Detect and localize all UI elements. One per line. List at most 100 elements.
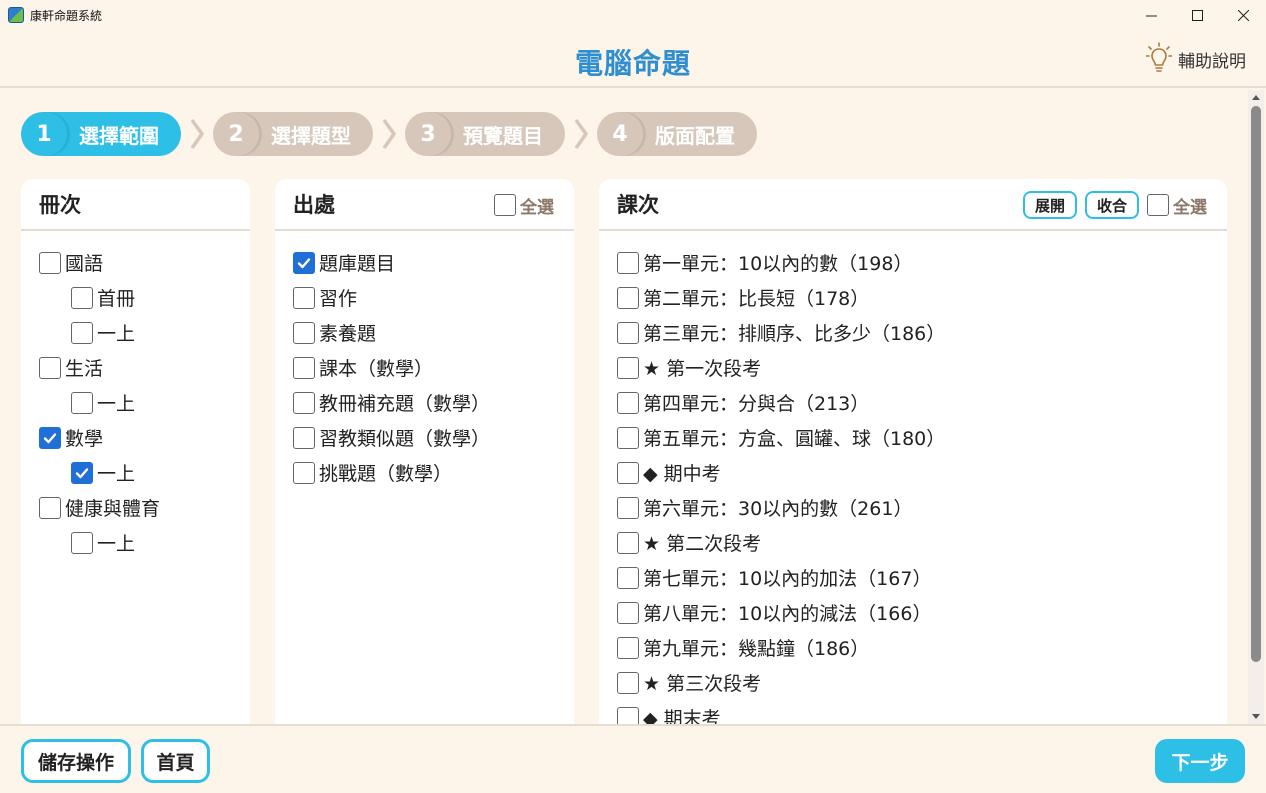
list-item[interactable]: 第一單元：10以內的數（198）	[617, 245, 1209, 280]
lessons-title: 課次	[617, 193, 659, 217]
list-item[interactable]: 習作	[293, 280, 556, 315]
list-item[interactable]: 素養題	[293, 315, 556, 350]
list-item[interactable]: 一上	[39, 525, 232, 560]
list-item-label: 題庫題目	[319, 253, 396, 275]
checkbox[interactable]	[71, 461, 93, 484]
list-item[interactable]: 第五單元：方盒、圓罐、球（180）	[617, 420, 1209, 455]
list-item[interactable]: 第三單元：排順序、比多少（186）	[617, 315, 1209, 350]
page-title: 電腦命題	[574, 47, 691, 80]
list-item[interactable]: 首冊	[39, 280, 232, 315]
minimize-icon	[1145, 15, 1157, 16]
list-item-label: 數學	[65, 428, 104, 450]
scroll-thumb[interactable]	[1251, 106, 1261, 662]
maximize-button[interactable]	[1174, 0, 1220, 30]
checkbox[interactable]	[617, 496, 639, 519]
list-item-label: 首冊	[97, 288, 136, 310]
checkbox[interactable]	[71, 286, 93, 309]
list-item[interactable]: 教冊補充題（數學）	[293, 385, 556, 420]
help-button[interactable]: 輔助說明	[1146, 42, 1246, 76]
list-item-label: 教冊補充題（數學）	[319, 393, 491, 415]
list-item[interactable]: ◆ 期中考	[617, 455, 1209, 490]
checkbox[interactable]	[71, 531, 93, 554]
list-item[interactable]: ★ 第三次段考	[617, 665, 1209, 700]
checkbox[interactable]	[617, 391, 639, 414]
save-button[interactable]: 儲存操作	[21, 739, 131, 783]
home-button[interactable]: 首頁	[141, 739, 210, 783]
checkbox[interactable]	[71, 391, 93, 414]
checkbox[interactable]	[39, 496, 61, 519]
step-layout[interactable]: 4 版面配置	[597, 112, 757, 156]
checkbox[interactable]	[1147, 194, 1169, 216]
list-item[interactable]: 第九單元：幾點鐘（186）	[617, 630, 1209, 665]
step-preview[interactable]: 3 預覽題目	[405, 112, 565, 156]
checkbox[interactable]	[617, 251, 639, 274]
list-item[interactable]: 數學	[39, 420, 232, 455]
checkbox[interactable]	[617, 461, 639, 484]
checkbox[interactable]	[617, 566, 639, 589]
list-item[interactable]: 生活	[39, 350, 232, 385]
list-item[interactable]: 第八單元：10以內的減法（166）	[617, 595, 1209, 630]
checkbox[interactable]	[617, 636, 639, 659]
checkbox[interactable]	[617, 671, 639, 694]
checkbox[interactable]	[293, 286, 315, 309]
checkbox[interactable]	[617, 601, 639, 624]
list-item[interactable]: 第七單元：10以內的加法（167）	[617, 560, 1209, 595]
checkbox[interactable]	[293, 356, 315, 379]
list-item[interactable]: 健康與體育	[39, 490, 232, 525]
help-label: 輔助說明	[1178, 51, 1246, 72]
checkbox[interactable]	[293, 321, 315, 344]
sources-select-all[interactable]: 全選	[494, 193, 554, 218]
list-item[interactable]: 一上	[39, 315, 232, 350]
list-item[interactable]: 題庫題目	[293, 245, 556, 280]
checkbox[interactable]	[617, 321, 639, 344]
step-number: 1	[21, 112, 67, 156]
checkbox[interactable]	[293, 391, 315, 414]
close-button[interactable]	[1220, 0, 1266, 30]
list-item[interactable]: 第二單元：比長短（178）	[617, 280, 1209, 315]
checkbox[interactable]	[39, 251, 61, 274]
expand-button[interactable]: 展開	[1022, 191, 1077, 219]
step-select-type[interactable]: 2 選擇題型	[213, 112, 373, 156]
checkbox[interactable]	[617, 426, 639, 449]
checkbox[interactable]	[617, 531, 639, 554]
checkbox[interactable]	[617, 286, 639, 309]
list-item-label: 一上	[97, 323, 136, 345]
list-item[interactable]: 挑戰題（數學）	[293, 455, 556, 490]
list-item[interactable]: 課本（數學）	[293, 350, 556, 385]
sources-panel: 出處 全選 題庫題目習作 素養題 課本（數學） 教冊補充題（數學） 習教類似題（數學） 挑…	[275, 179, 574, 725]
window-title: 康軒命題系統	[30, 8, 103, 23]
checkbox[interactable]	[494, 194, 516, 216]
list-item-label: 挑戰題（數學）	[319, 463, 453, 485]
list-item[interactable]: ★ 第一次段考	[617, 350, 1209, 385]
checkbox[interactable]	[617, 356, 639, 379]
step-number: 3	[405, 112, 451, 156]
list-item[interactable]: 一上	[39, 455, 232, 490]
list-item-label: 一上	[97, 463, 136, 485]
sources-title: 出處	[293, 193, 335, 217]
list-item[interactable]: 第六單元：30以內的數（261）	[617, 490, 1209, 525]
list-item[interactable]: 第四單元：分與合（213）	[617, 385, 1209, 420]
list-item[interactable]: 國語	[39, 245, 232, 280]
list-item[interactable]: 習教類似題（數學）	[293, 420, 556, 455]
select-all-label: 全選	[1173, 197, 1207, 218]
minimize-button[interactable]	[1128, 0, 1174, 30]
checkbox[interactable]	[293, 426, 315, 449]
collapse-button[interactable]: 收合	[1084, 191, 1139, 219]
list-item[interactable]: 一上	[39, 385, 232, 420]
list-item-label: 第六單元：30以內的數（261）	[643, 498, 913, 520]
vertical-scrollbar[interactable]	[1248, 90, 1264, 724]
scroll-down-icon[interactable]	[1252, 714, 1260, 719]
scroll-up-icon[interactable]	[1252, 95, 1260, 100]
lessons-select-all[interactable]: 全選	[1147, 193, 1207, 218]
step-select-range[interactable]: 1 選擇範圍	[21, 112, 181, 156]
next-step-button[interactable]: 下一步	[1155, 739, 1245, 783]
list-item[interactable]: ★ 第二次段考	[617, 525, 1209, 560]
checkbox[interactable]	[71, 321, 93, 344]
checkbox[interactable]	[293, 461, 315, 484]
checkbox[interactable]	[39, 356, 61, 379]
app-logo-icon	[8, 7, 24, 23]
step-label: 選擇範圍	[79, 123, 159, 148]
checkbox[interactable]	[293, 251, 315, 274]
checkbox[interactable]	[39, 426, 61, 449]
lessons-panel: 課次 展開 收合 全選 第一單元：10以內的數（198） 第二單元：比長短（178…	[599, 179, 1227, 730]
